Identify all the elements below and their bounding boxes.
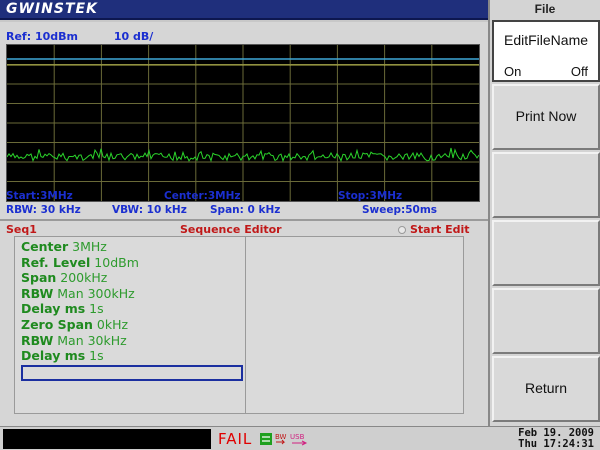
usb-icon: USB [290, 433, 308, 446]
trace-plot [7, 45, 479, 201]
sequence-item-key: Zero Span [21, 316, 93, 332]
vbw-readout: VBW: 10 kHz [112, 204, 187, 216]
sequence-item-value: 3MHz [72, 239, 107, 254]
sequence-item-key: Delay ms [21, 301, 86, 317]
sequence-name: Seq1 [6, 223, 37, 236]
sequence-list: Center 3MHz Ref. Level 10dBm Span 200kHz RB… [21, 239, 139, 364]
sweep-readout: Sweep:50ms [362, 204, 438, 216]
sequence-item-key: Span [21, 270, 57, 286]
editfilename-label: EditFileName [503, 32, 589, 48]
menu-title: File [534, 2, 556, 16]
sequence-item-key: RBW [21, 332, 54, 348]
time-readout: Thu 17:24:31 [518, 438, 594, 450]
brand-logo: GWINSTEK [6, 1, 98, 17]
bw-usb-icon: BW [275, 433, 287, 445]
center-freq-readout: Center:3MHz [164, 190, 241, 202]
softkey-5-blank[interactable] [492, 288, 600, 354]
ref-level-readout: Ref: 10dBm [6, 30, 78, 43]
return-softkey[interactable]: Return [492, 356, 600, 422]
sequence-header: Seq1 Sequence Editor Start Edit [0, 221, 488, 237]
sequence-item[interactable]: Ref. Level 10dBm [21, 255, 139, 271]
network-icon [260, 433, 272, 445]
sequence-item[interactable]: Delay ms 1s [21, 301, 139, 317]
status-bar: FAIL BW USB Feb 19. 2009 Thu 17:24:31 [0, 426, 600, 450]
column-divider [245, 237, 246, 413]
editfilename-on-option: On [504, 64, 522, 79]
softkey-menu: File EditFileName On Off Print Now Retur… [488, 0, 600, 426]
title-bar: GWINSTEK [0, 0, 488, 20]
message-area [3, 429, 211, 449]
sequence-item[interactable]: Span 200kHz [21, 270, 139, 286]
ref-row: Ref: 10dBm 10 dB/ [6, 30, 185, 43]
sequence-item-value: 200kHz [60, 270, 108, 286]
fail-indicator: FAIL [218, 430, 253, 448]
editfilename-softkey[interactable]: EditFileName On Off [492, 20, 600, 82]
stop-freq-readout: Stop:3MHz [338, 190, 403, 202]
rbw-readout: RBW: 30 kHz [6, 204, 81, 216]
print-now-softkey[interactable]: Print Now [492, 84, 600, 150]
sequence-item-key: Ref. Level [21, 254, 91, 270]
sequence-item-key: RBW [21, 285, 54, 301]
scale-readout: 10 dB/ [113, 30, 154, 43]
sequence-item[interactable]: Zero Span 0kHz [21, 317, 139, 333]
sequence-list-panel: Center 3MHz Ref. Level 10dBm Span 200kHz RB… [14, 236, 464, 414]
main-display: Ref: 10dBm 10 dB/ Start:3MHz Center:3MHz… [0, 22, 488, 426]
sequence-item-key: Center [21, 239, 69, 254]
sequence-item-value: Man 300kHz [57, 285, 135, 301]
sequence-item[interactable]: Delay ms 1s [21, 348, 139, 364]
editfilename-off-option: Off [570, 64, 588, 79]
sequence-item-value: 1s [89, 348, 104, 364]
sequence-item[interactable]: RBW Man 300kHz [21, 286, 139, 302]
sequence-item[interactable]: RBW Man 30kHz [21, 333, 139, 349]
start-edit-toggle[interactable]: Start Edit [398, 223, 470, 236]
sequence-insert-cursor[interactable] [21, 365, 243, 381]
start-edit-label: Start Edit [410, 223, 470, 236]
svg-text:BW: BW [275, 433, 287, 441]
print-now-label: Print Now [515, 108, 577, 124]
sequence-item-value: 0kHz [96, 316, 129, 332]
status-icons: BW USB [260, 433, 308, 446]
sequence-item-value: Man 30kHz [57, 332, 127, 348]
start-freq-readout: Start:3MHz [6, 190, 73, 202]
radio-icon [398, 226, 406, 234]
svg-text:USB: USB [290, 433, 305, 441]
trace-graticule [6, 44, 480, 202]
span-readout: Span: 0 kHz [210, 204, 281, 216]
sequence-item-value: 10dBm [94, 254, 139, 270]
date-time: Feb 19. 2009 Thu 17:24:31 [518, 428, 594, 450]
softkey-3-blank[interactable] [492, 152, 600, 218]
softkey-4-blank[interactable] [492, 220, 600, 286]
sequence-item[interactable]: Center 3MHz [21, 239, 139, 255]
return-label: Return [524, 380, 568, 396]
sequence-editor-title: Sequence Editor [180, 223, 282, 236]
sequence-item-key: Delay ms [21, 348, 86, 364]
sequence-item-value: 1s [89, 301, 104, 317]
